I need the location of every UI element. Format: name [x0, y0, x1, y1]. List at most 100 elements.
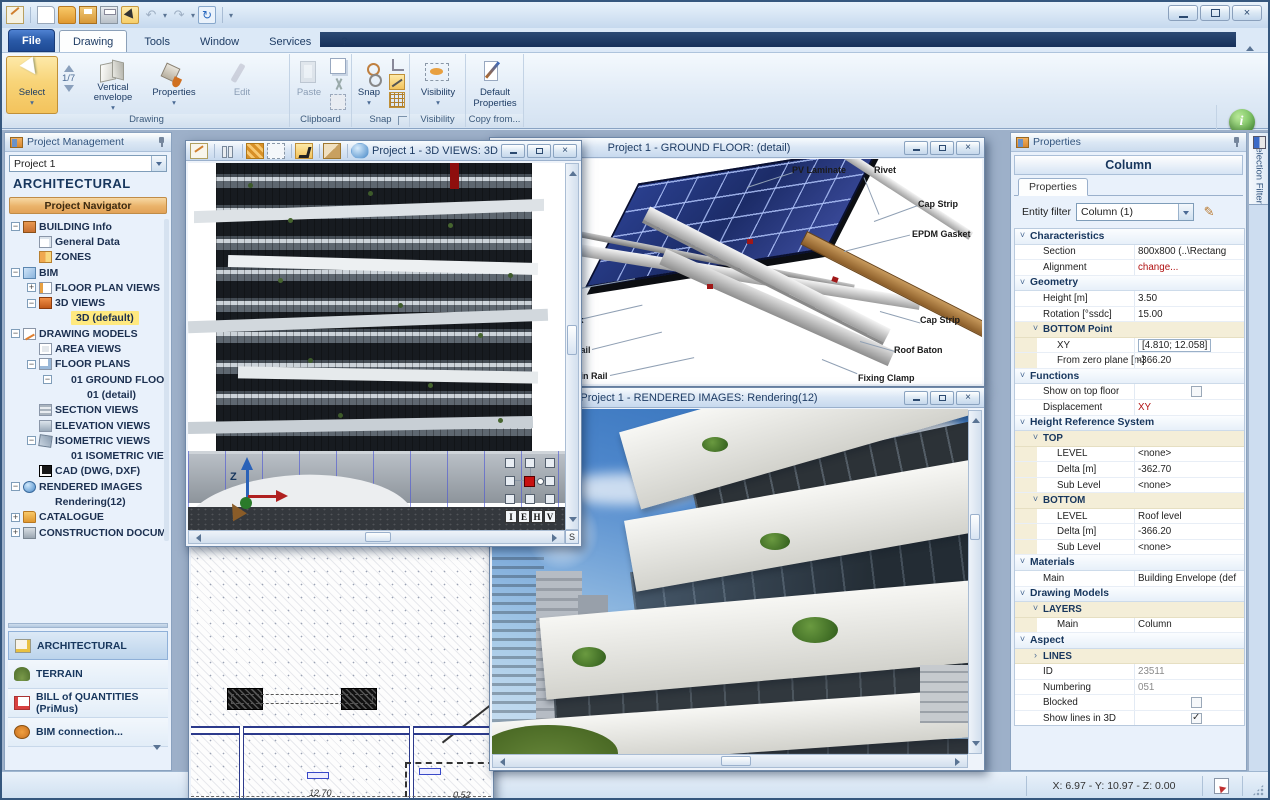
project-panel-header[interactable]: Project Management: [5, 133, 171, 152]
ribbon-tab[interactable]: Tools: [131, 31, 183, 52]
tree-item[interactable]: − BUILDING Info: [8, 219, 168, 234]
row-chevron-icon[interactable]: ›: [1030, 650, 1041, 660]
property-checkbox[interactable]: [1191, 713, 1202, 724]
row-chevron-icon[interactable]: ˅: [1017, 277, 1028, 287]
property-value[interactable]: 23511: [1138, 666, 1241, 677]
row-chevron-icon[interactable]: ˅: [1030, 494, 1041, 504]
tree-item[interactable]: − 3D VIEWS: [8, 295, 168, 310]
render-hscrollbar[interactable]: [492, 754, 968, 768]
close-button[interactable]: ×: [956, 141, 980, 155]
print-icon[interactable]: [100, 6, 118, 24]
view-3d-window[interactable]: Project 1 - 3D VIEWS: 3D (de... ×: [185, 140, 582, 547]
tree-item[interactable]: ELEVATION VIEWS: [8, 418, 168, 433]
row-chevron-icon[interactable]: ˅: [1017, 634, 1028, 644]
title-bar[interactable]: ↶ ▾ ↷ ▾ ↻ ▾ ×: [2, 2, 1268, 28]
view-mode-button[interactable]: E: [518, 510, 530, 523]
property-value[interactable]: 800x800 (..\Rectang: [1138, 246, 1241, 257]
redo-icon[interactable]: ↷: [170, 6, 188, 24]
tree-item[interactable]: + CATALOGUE: [8, 510, 168, 525]
tree-item[interactable]: AREA VIEWS: [8, 341, 168, 356]
redo-dropdown-icon[interactable]: ▾: [191, 11, 195, 20]
snap-dialog-launcher-icon[interactable]: [398, 116, 407, 125]
snap-button[interactable]: Snap ▾: [352, 56, 386, 114]
visibility-button[interactable]: Visibility ▾: [412, 56, 464, 114]
refresh-icon[interactable]: ↻: [198, 6, 216, 24]
snap-line-toggle-icon[interactable]: [389, 74, 405, 90]
tree-item[interactable]: − ISOMETRIC VIEWS: [8, 433, 168, 448]
row-chevron-icon[interactable]: ˅: [1017, 370, 1028, 380]
property-value[interactable]: -362.70: [1138, 464, 1241, 475]
texture-mode-icon[interactable]: [246, 143, 264, 159]
ribbon-tab[interactable]: File: [8, 29, 55, 52]
row-chevron-icon[interactable]: ˅: [1030, 432, 1041, 442]
view-mode-button[interactable]: V: [544, 510, 556, 523]
panel-splitter[interactable]: [8, 623, 168, 628]
customize-toolbar-icon[interactable]: ▾: [229, 11, 233, 20]
undo-dropdown-icon[interactable]: ▾: [163, 11, 167, 20]
orbit-tool-icon[interactable]: [295, 143, 313, 159]
side-tab[interactable]: Selection Filter: [1249, 132, 1270, 205]
pager-up-icon[interactable]: [64, 60, 74, 72]
level-selector-icon[interactable]: [218, 143, 236, 159]
new-document-icon[interactable]: [37, 6, 55, 24]
discipline-nav-item[interactable]: BILL of QUANTITIES (PriMus): [8, 689, 168, 718]
navigator-center-icon[interactable]: [524, 476, 535, 487]
tree-item[interactable]: 3D (default): [8, 311, 168, 326]
project-selector-arrow-icon[interactable]: [151, 156, 166, 171]
tree-exp-icon[interactable]: −: [43, 375, 52, 384]
minimize-button[interactable]: [1168, 5, 1198, 21]
tree-item[interactable]: Rendering(12): [8, 494, 168, 509]
tree-exp-icon[interactable]: −: [27, 360, 36, 369]
properties-button[interactable]: Properties ▾: [148, 56, 200, 114]
properties-dropdown-icon[interactable]: ▾: [172, 99, 176, 108]
undo-icon[interactable]: ↶: [142, 6, 160, 24]
restore-button[interactable]: [930, 391, 954, 405]
tree-exp-icon[interactable]: −: [11, 222, 20, 231]
tree-item[interactable]: SECTION VIEWS: [8, 403, 168, 418]
pager-down-icon[interactable]: [64, 85, 74, 97]
tab-properties[interactable]: Properties: [1018, 178, 1088, 196]
property-checkbox[interactable]: [1191, 697, 1202, 708]
properties-panel-header[interactable]: Properties: [1011, 133, 1246, 152]
app-logo-icon[interactable]: [6, 6, 24, 24]
tree-item[interactable]: − DRAWING MODELS: [8, 326, 168, 341]
view-mode-button[interactable]: I: [505, 510, 517, 523]
property-value[interactable]: -366.20: [1138, 526, 1241, 537]
select-button[interactable]: Select ▾: [6, 56, 58, 114]
row-chevron-icon[interactable]: ˅: [1017, 588, 1028, 598]
vertical-envelope-button[interactable]: Vertical envelope ▾: [84, 56, 142, 114]
maximize-button[interactable]: [1200, 5, 1230, 21]
view-mode-button[interactable]: H: [531, 510, 543, 523]
property-value[interactable]: Building Envelope (def: [1138, 573, 1241, 584]
nav-more-icon[interactable]: [153, 745, 161, 754]
ribbon-tab[interactable]: Services: [256, 31, 324, 52]
tree-item[interactable]: − BIM: [8, 265, 168, 280]
tree-exp-icon[interactable]: −: [11, 482, 20, 491]
property-value[interactable]: 15.00: [1138, 309, 1241, 320]
status-notification-icon[interactable]: [1214, 778, 1229, 794]
tree-exp-icon[interactable]: +: [11, 528, 20, 537]
view-3d-vscrollbar[interactable]: [565, 163, 579, 530]
ribbon-tab[interactable]: Window: [187, 31, 252, 52]
tree-exp-icon[interactable]: −: [11, 329, 20, 338]
property-value[interactable]: <none>: [1138, 542, 1241, 553]
property-checkbox[interactable]: [1191, 386, 1202, 397]
tree-item[interactable]: − FLOOR PLANS: [8, 357, 168, 372]
property-value[interactable]: change...: [1138, 262, 1241, 273]
row-chevron-icon[interactable]: ˅: [1017, 556, 1028, 566]
ribbon-tab[interactable]: ?: [328, 31, 360, 52]
collapse-ribbon-icon[interactable]: [1246, 42, 1254, 51]
vertical-envelope-dropdown-icon[interactable]: ▾: [111, 104, 115, 113]
project-selector[interactable]: Project 1: [9, 155, 167, 172]
paste-button[interactable]: Paste: [291, 56, 327, 114]
property-value[interactable]: [4.810; 12.058]: [1138, 339, 1211, 352]
save-icon[interactable]: [79, 6, 97, 24]
minimize-button[interactable]: [501, 144, 525, 158]
tree-exp-icon[interactable]: −: [11, 268, 20, 277]
property-value[interactable]: 051: [1138, 682, 1241, 693]
property-value[interactable]: <none>: [1138, 480, 1241, 491]
tree-item[interactable]: 01 ISOMETRIC VIEW: [8, 448, 168, 463]
ribbon-tab[interactable]: Drawing: [59, 30, 127, 52]
row-chevron-icon[interactable]: ˅: [1030, 603, 1041, 613]
pin-icon[interactable]: [1232, 136, 1241, 148]
